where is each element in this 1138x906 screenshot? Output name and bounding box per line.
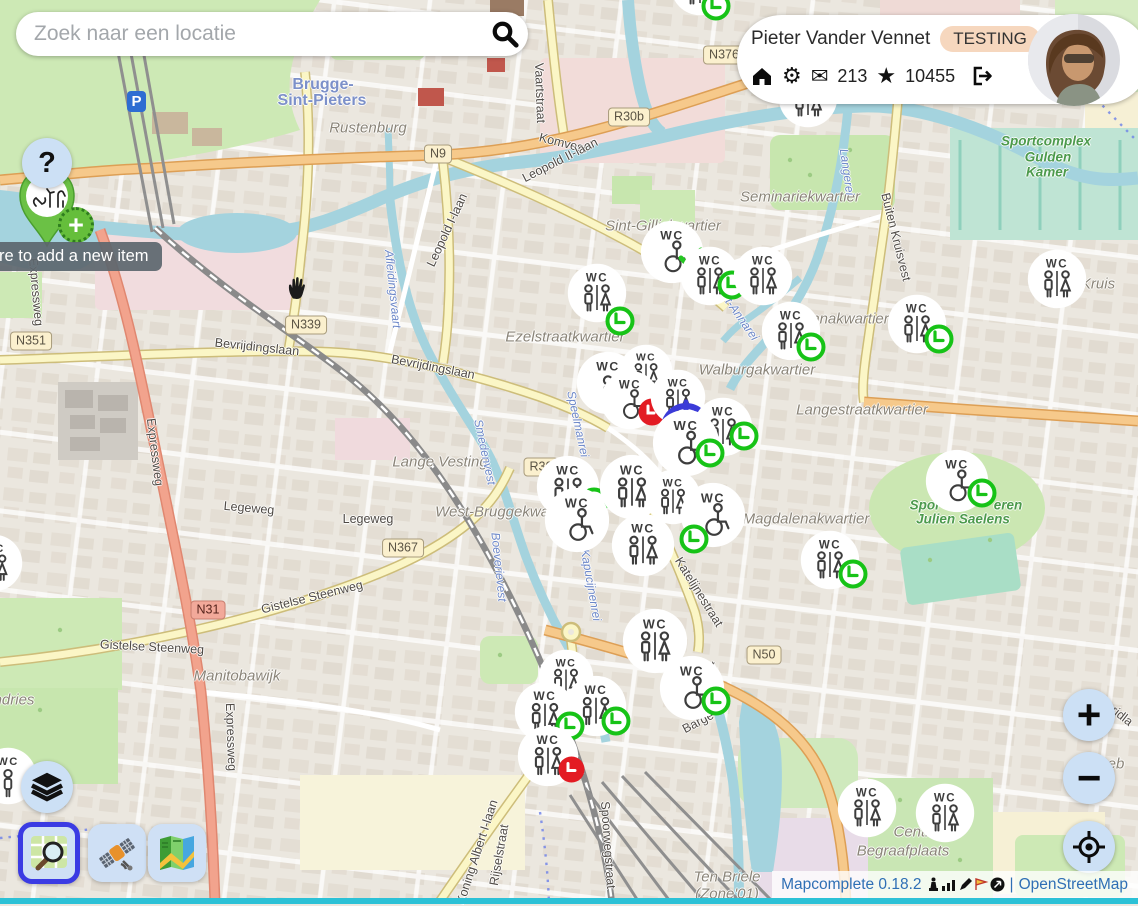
opening-hours-badge-green — [695, 438, 725, 473]
svg-text:WC: WC — [565, 496, 589, 510]
svg-text:WC: WC — [620, 463, 644, 477]
add-item-tooltip: re to add a new item — [0, 242, 162, 271]
search-bar[interactable] — [16, 12, 528, 56]
opening-hours-badge-green — [796, 332, 826, 367]
logout-icon[interactable] — [970, 65, 994, 87]
wc-marker-duo[interactable]: WC — [837, 778, 897, 843]
background-map-button[interactable] — [148, 824, 206, 882]
star-icon: ★ — [876, 65, 896, 87]
user-panel: Pieter Vander Vennet TESTING ⚙ ✉ 213 ★ 1… — [737, 15, 1138, 104]
attribution-icons — [927, 877, 1005, 892]
help-button[interactable]: ? — [22, 138, 72, 188]
user-name[interactable]: Pieter Vander Vennet — [751, 28, 930, 50]
opening-hours-badge-green — [967, 478, 997, 513]
layers-button[interactable] — [21, 761, 73, 813]
svg-text:WC: WC — [586, 273, 608, 285]
messages-envelope-icon[interactable]: ✉ — [811, 66, 829, 87]
svg-text:WC: WC — [699, 256, 721, 268]
svg-text:WC: WC — [945, 458, 969, 472]
svg-text:WC: WC — [680, 664, 704, 678]
svg-text:WC: WC — [619, 380, 641, 392]
star-count: 10455 — [905, 66, 955, 87]
opening-hours-badge-green — [605, 306, 635, 341]
license-icon — [990, 877, 1005, 892]
zoom-in-button[interactable]: + — [1063, 689, 1115, 741]
opening-hours-badge-green — [701, 686, 731, 721]
bottom-accent-bar — [0, 898, 1138, 904]
stats-icon — [941, 878, 957, 892]
opening-hours-badge-green — [601, 706, 631, 741]
svg-text:WC: WC — [934, 793, 956, 805]
svg-text:WC: WC — [856, 788, 878, 800]
statue-icon — [927, 877, 940, 892]
osm-carto-icon — [29, 833, 69, 873]
osm-link[interactable]: OpenStreetMap — [1019, 876, 1128, 894]
svg-text:WC: WC — [0, 756, 19, 768]
svg-text:WC: WC — [906, 304, 928, 316]
attribution-separator: | — [1010, 876, 1014, 894]
svg-text:WC: WC — [752, 256, 774, 268]
svg-text:WC: WC — [631, 522, 655, 536]
map-feature-layer: WC WC WC WC WC WC WC WC WC WC WC WC WC WC WC WC WC WC WC WC… — [0, 0, 1138, 904]
hand-cursor-icon — [286, 274, 310, 306]
map-viewport[interactable]: Brugge-Sint-PietersRustenburgSint-Gillis… — [0, 0, 1138, 904]
svg-text:WC: WC — [660, 229, 684, 243]
crosshair-icon — [1072, 830, 1106, 864]
background-satellite-button[interactable] — [88, 824, 146, 882]
home-icon[interactable] — [751, 65, 773, 87]
svg-text:WC: WC — [0, 543, 5, 555]
testing-badge: TESTING — [940, 26, 1040, 52]
opening-hours-badge-green — [679, 524, 709, 559]
app-version-link[interactable]: Mapcomplete 0.18.2 — [781, 876, 921, 894]
svg-text:WC: WC — [585, 683, 608, 697]
layers-icon — [29, 769, 65, 805]
opening-hours-badge-red — [558, 756, 585, 788]
svg-text:WC: WC — [668, 377, 689, 389]
svg-text:WC: WC — [537, 733, 560, 747]
background-osm-button[interactable] — [18, 822, 80, 884]
opening-hours-badge-green — [729, 421, 759, 456]
wc-marker-duo[interactable]: WC — [0, 534, 23, 597]
wc-marker-duo[interactable]: WC — [915, 783, 975, 848]
add-plus-button[interactable]: + — [58, 207, 94, 243]
svg-text:WC: WC — [701, 491, 725, 505]
svg-text:WC: WC — [673, 418, 698, 433]
world-map-icon — [157, 833, 197, 873]
search-icon[interactable] — [482, 19, 528, 49]
user-avatar[interactable] — [1028, 14, 1120, 106]
opening-hours-badge-green — [924, 324, 954, 359]
message-count: 213 — [837, 66, 867, 87]
geolocate-button[interactable] — [1063, 821, 1115, 873]
svg-text:WC: WC — [819, 540, 841, 552]
opening-hours-badge-green — [701, 0, 731, 26]
wc-marker-duo[interactable]: WC — [1027, 249, 1087, 314]
svg-text:WC: WC — [643, 617, 667, 631]
svg-text:WC: WC — [556, 464, 580, 478]
svg-text:WC: WC — [556, 657, 577, 669]
opening-hours-badge-green — [838, 559, 868, 594]
settings-gear-icon[interactable]: ⚙ — [782, 65, 802, 87]
svg-text:WC: WC — [780, 311, 802, 323]
satellite-icon — [97, 833, 137, 873]
attribution-bar: Mapcomplete 0.18.2 | OpenStreetMap — [772, 871, 1138, 898]
search-input[interactable] — [16, 22, 482, 46]
svg-text:WC: WC — [1046, 259, 1068, 271]
flag-icon — [974, 877, 989, 892]
edit-pencil-icon — [958, 877, 973, 892]
svg-text:WC: WC — [534, 689, 557, 703]
wc-marker-wheel[interactable]: WC — [544, 487, 610, 558]
wc-marker-duo[interactable]: WC — [611, 513, 675, 582]
zoom-out-button[interactable]: − — [1063, 752, 1115, 804]
